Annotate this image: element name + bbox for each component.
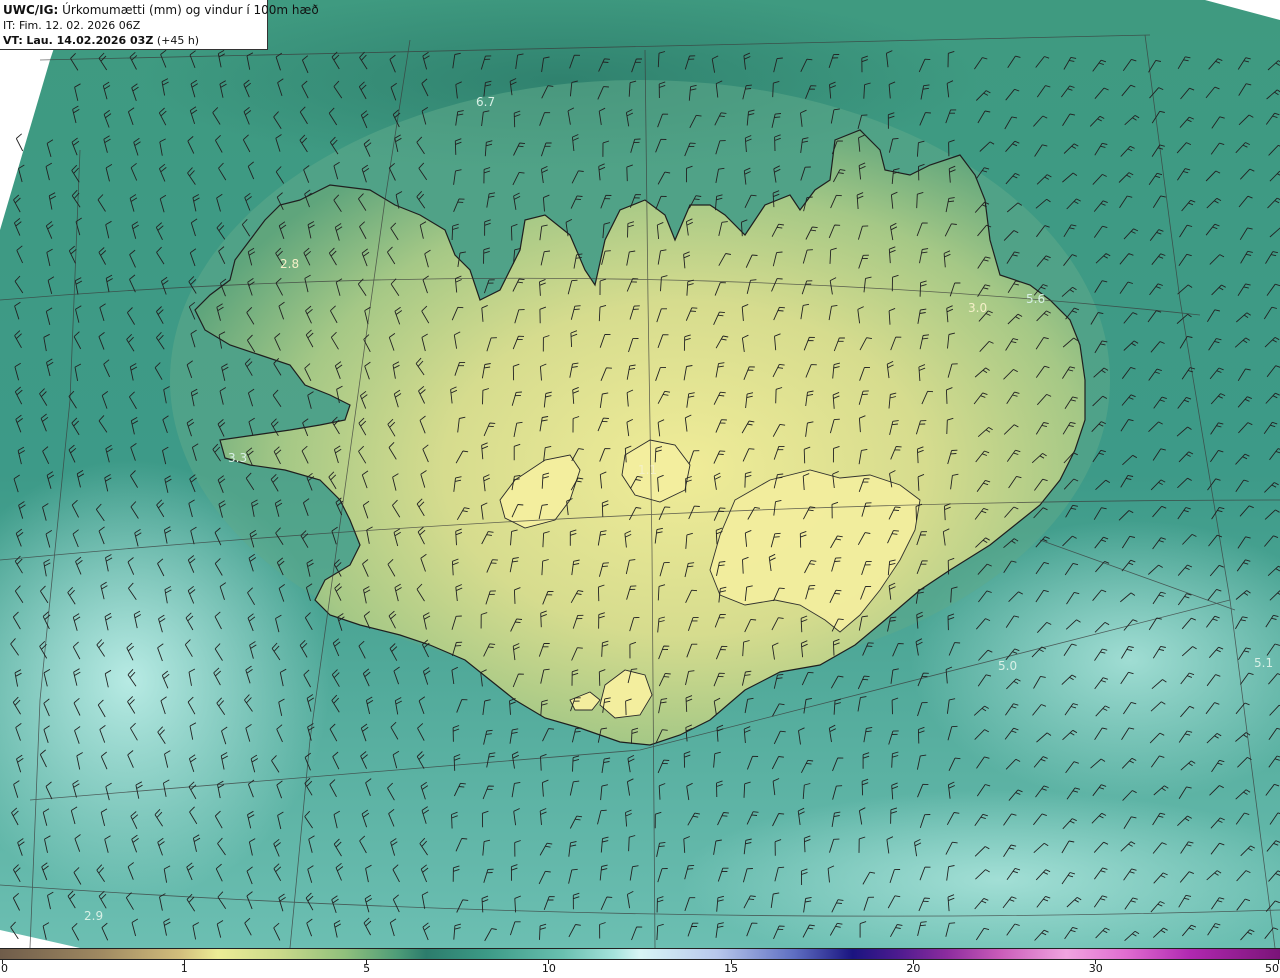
chart-title: Úrkomumætti (mm) og vindur í 100m hæð: [62, 3, 319, 17]
lead-time: (+45 h): [156, 34, 200, 47]
map-label: 5.1: [1254, 656, 1273, 670]
colorbar-tick-label: 1: [180, 962, 188, 975]
info-box: UWC/IG: Úrkomumætti (mm) og vindur í 100…: [0, 0, 319, 50]
valid-time-line: VT: Lau. 14.02.2026 03Z (+45 h): [3, 33, 264, 48]
it-label: IT:: [3, 19, 16, 32]
title-line: UWC/IG: Úrkomumætti (mm) og vindur í 100…: [3, 3, 319, 18]
colorbar-tick-label: 15: [724, 962, 739, 975]
map-label: 2.9: [84, 909, 103, 923]
map-label: 2.8: [280, 257, 299, 271]
map-canvas: 6.7 2.8 3.0 5.6 3.3 1.1 5.0 5.1 2.9: [0, 0, 1280, 948]
colorbar: 0 1 5 10 15 20 30 50: [0, 948, 1280, 978]
map-label: 6.7: [476, 95, 495, 109]
colorbar-gradient: [0, 948, 1280, 960]
colorbar-tick-label: 50: [1265, 962, 1279, 975]
model-name: UWC/IG:: [3, 3, 59, 17]
colorbar-tick-label: 5: [363, 962, 371, 975]
map-label: 3.3: [228, 451, 247, 465]
colorbar-tick-label: 0: [1, 962, 8, 975]
it-value: Fim. 12. 02. 2026 06Z: [18, 19, 141, 32]
colorbar-tick-label: 10: [541, 962, 556, 975]
vt-value: Lau. 14.02.2026 03Z: [26, 34, 154, 47]
colorbar-tick-label: 30: [1088, 962, 1103, 975]
map-label: 5.0: [998, 659, 1017, 673]
map-label: 5.6: [1026, 292, 1045, 306]
map-label: 1.1: [638, 463, 657, 477]
map-label: 3.0: [968, 301, 987, 315]
colorbar-tick-label: 20: [906, 962, 921, 975]
map-area: 6.7 2.8 3.0 5.6 3.3 1.1 5.0 5.1 2.9: [0, 0, 1280, 948]
initial-time-line: IT: Fim. 12. 02. 2026 06Z: [3, 18, 264, 33]
vt-label: VT:: [3, 34, 23, 47]
